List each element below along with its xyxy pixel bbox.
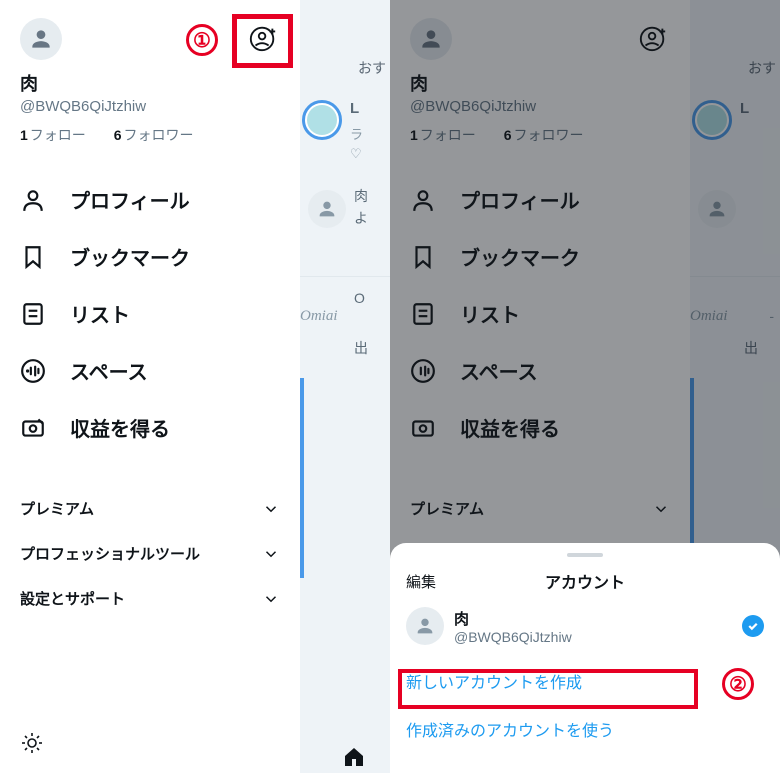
- menu-label: リスト: [70, 299, 130, 328]
- annotation-step-2: ②: [722, 668, 754, 700]
- avatar: [406, 607, 444, 645]
- expand-professional[interactable]: プロフェッショナルツール: [20, 531, 280, 576]
- menu-lists[interactable]: リスト: [20, 285, 280, 342]
- handle: @BWQB6QiJtzhiw: [20, 98, 280, 115]
- home-icon[interactable]: [342, 745, 366, 769]
- person-icon: [20, 187, 46, 213]
- menu-lists: リスト: [410, 285, 670, 342]
- add-account-icon: [638, 23, 670, 55]
- timeline-background: おす L ラ ♡ 肉 よ O Omiai 出: [300, 0, 390, 773]
- scroll-indicator: [300, 378, 304, 578]
- checkmark-icon: [742, 615, 764, 637]
- theme-toggle-icon[interactable]: [20, 731, 44, 755]
- menu-label: プロフィール: [70, 185, 190, 214]
- chevron-down-icon: [262, 590, 280, 608]
- menu-spaces[interactable]: スペース: [20, 342, 280, 399]
- right-screenshot: 肉 @BWQB6QiJtzhiw 1フォロー 6フォロワー プロフィール ブック…: [390, 0, 780, 773]
- menu-label: スペース: [70, 356, 148, 385]
- account-switcher-sheet: 編集 アカウント 肉 @BWQB6QiJtzhiw 新しいアカウントを作成 作成…: [390, 543, 780, 773]
- avatar[interactable]: [20, 18, 62, 60]
- account-row[interactable]: 肉 @BWQB6QiJtzhiw: [406, 595, 764, 657]
- expand-settings[interactable]: 設定とサポート: [20, 576, 280, 621]
- left-screenshot: 肉 @BWQB6QiJtzhiw 1フォロー 6フォロワー プロフィール ブック…: [0, 0, 390, 773]
- bookmark-icon: [20, 244, 46, 270]
- menu-monetization[interactable]: 収益を得る: [20, 399, 280, 456]
- use-existing-account-link[interactable]: 作成済みのアカウントを使う: [406, 705, 764, 753]
- menu-monetization: 収益を得る: [410, 399, 670, 456]
- expand-premium[interactable]: プレミアム: [20, 486, 280, 531]
- menu-label: ブックマーク: [70, 242, 190, 271]
- tab-recommended: おす: [358, 58, 386, 78]
- menu-label: 収益を得る: [70, 413, 170, 442]
- sheet-title: アカウント: [545, 569, 625, 593]
- list-icon: [20, 301, 46, 327]
- chevron-down-icon: [262, 545, 280, 563]
- menu-bookmarks[interactable]: ブックマーク: [20, 228, 280, 285]
- annotation-step-1: ①: [186, 24, 218, 56]
- spaces-icon: [20, 358, 46, 384]
- story-avatar: [302, 100, 342, 140]
- drag-handle[interactable]: [567, 553, 603, 557]
- menu-spaces: スペース: [410, 342, 670, 399]
- ad-label: Omiai: [300, 308, 338, 325]
- menu-profile[interactable]: プロフィール: [20, 171, 280, 228]
- bg-text: ♡: [350, 146, 362, 162]
- annotation-highlight-1: [232, 14, 293, 68]
- annotation-highlight-2: [398, 669, 698, 709]
- account-handle: @BWQB6QiJtzhiw: [454, 629, 742, 645]
- menu-bookmarks: ブックマーク: [410, 228, 670, 285]
- follow-stats[interactable]: 1フォロー 6フォロワー: [20, 125, 280, 145]
- account-name: 肉: [454, 608, 742, 629]
- edit-button[interactable]: 編集: [406, 571, 436, 592]
- bg-avatar: [308, 190, 346, 228]
- nav-drawer: 肉 @BWQB6QiJtzhiw 1フォロー 6フォロワー プロフィール ブック…: [0, 0, 300, 773]
- chevron-down-icon: [262, 500, 280, 518]
- display-name: 肉: [20, 70, 280, 96]
- money-icon: [20, 415, 46, 441]
- menu-profile: プロフィール: [410, 171, 670, 228]
- avatar: [410, 18, 452, 60]
